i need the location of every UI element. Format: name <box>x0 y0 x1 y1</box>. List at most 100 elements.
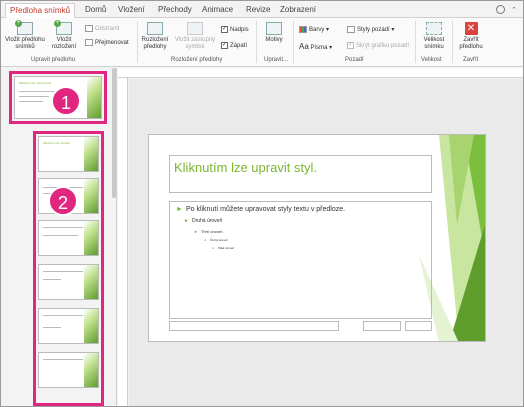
themes-icon <box>266 22 282 35</box>
group-size-label: Velikost <box>421 57 442 63</box>
ribbon: + Vložit předlohu snímků + Vložit rozlož… <box>1 18 523 67</box>
thumbnail-line <box>19 96 49 97</box>
background-styles-icon <box>347 26 355 33</box>
master-slide[interactable]: Kliknutím lze upravit styl. ► Po kliknutí… <box>148 134 486 342</box>
group-master-layout-label: Rozložení předlohy <box>171 57 223 63</box>
colors-label: Barvy <box>309 27 325 34</box>
rename-button[interactable]: Přejmenovat <box>85 39 129 46</box>
insert-placeholder-icon <box>187 22 203 35</box>
ribbon-separator <box>415 21 416 63</box>
group-edit-master-label: Upravit předlohu <box>31 57 76 63</box>
footer-placeholder[interactable] <box>169 321 339 331</box>
slide-size-label: Velikost snímku <box>423 37 445 50</box>
tab-slide-master[interactable]: Předloha snímků <box>5 3 76 19</box>
ribbon-tab-bar: Předloha snímků Domů Vložení Přechody An… <box>1 1 523 19</box>
layout-thumbnail[interactable] <box>38 264 99 300</box>
bullet-arrow-icon: ► <box>194 229 198 234</box>
delete-label: Odstranit <box>95 26 120 33</box>
vertical-ruler <box>118 78 128 406</box>
date-placeholder[interactable] <box>363 321 401 331</box>
bullet-arrow-icon: ► <box>176 206 183 213</box>
hide-bg-check-icon: ✓ <box>347 42 354 49</box>
insert-master-icon: + <box>15 20 33 35</box>
layout-thumbnail[interactable]: Kliknutím lze upravit <box>38 136 99 172</box>
text-level-1[interactable]: ► Po kliknutí můžete upravovat styly text… <box>176 206 345 213</box>
themes-button[interactable]: Motivy <box>260 22 288 44</box>
rename-label: Přejmenovat <box>95 40 129 47</box>
title-checkbox-label: Nadpis <box>230 27 249 34</box>
master-layout-label: Rozložení předlohy <box>141 37 169 50</box>
insert-layout-button[interactable]: + Vložit rozložení <box>49 20 79 51</box>
title-check-icon: ✓ <box>221 26 228 33</box>
ribbon-separator <box>256 21 257 63</box>
tab-animations[interactable]: Animace <box>198 3 237 17</box>
title-checkbox[interactable]: ✓ Nadpis <box>221 26 249 33</box>
ribbon-separator <box>452 21 453 63</box>
delete-button[interactable]: Odstranit <box>85 25 119 32</box>
bullet-arrow-icon: ► <box>204 238 207 242</box>
feedback-smiley-icon[interactable] <box>496 5 505 14</box>
thumbnail-pane[interactable]: Kliknutím lze upravit styl. 1 Kliknutím … <box>1 68 117 406</box>
text-level-3[interactable]: ► Třetí úroveň <box>194 229 223 234</box>
tab-review[interactable]: Revize <box>242 3 274 17</box>
delete-icon <box>85 25 93 32</box>
colors-icon <box>299 26 307 33</box>
text-level-4[interactable]: ► Čtvrtá úroveň <box>204 238 228 242</box>
footer-checkbox[interactable]: ✓ Zápatí <box>221 42 247 49</box>
thumbnail-scrollbar[interactable] <box>112 68 116 198</box>
slide-title[interactable]: Kliknutím lze upravit styl. <box>174 160 317 175</box>
close-master-label: Zavřít předlohu <box>459 37 483 50</box>
themes-label: Motivy <box>265 37 283 43</box>
footer-check-icon: ✓ <box>221 42 228 49</box>
ribbon-separator <box>293 21 294 63</box>
fonts-icon: Aa <box>299 42 309 51</box>
tab-view[interactable]: Zobrazení <box>276 3 320 17</box>
footer-checkbox-label: Zápatí <box>230 43 248 50</box>
title-placeholder[interactable]: Kliknutím lze upravit styl. <box>169 155 432 193</box>
horizontal-ruler <box>118 68 523 78</box>
insert-layout-icon: + <box>54 20 72 35</box>
insert-slide-master-button[interactable]: + Vložit předlohu snímků <box>5 20 45 51</box>
hide-background-checkbox[interactable]: ✓ Skrýt grafiku pozadí <box>347 42 409 49</box>
slide-number-placeholder[interactable] <box>405 321 432 331</box>
callout-badge-2: 2 <box>48 186 78 216</box>
close-master-button[interactable]: ✕ Zavřít předlohu <box>456 22 486 51</box>
text-level-5[interactable]: ► Pátá úroveň <box>212 246 234 250</box>
thumbnail-title: Kliknutím lze upravit styl. <box>19 81 53 85</box>
slide-size-icon <box>426 22 442 35</box>
collapse-ribbon-icon[interactable]: ⌃ <box>511 6 517 14</box>
layout-thumbnail[interactable] <box>38 352 99 388</box>
insert-layout-label: Vložit rozložení <box>51 37 77 50</box>
thumbnail-line <box>19 101 43 102</box>
insert-placeholder-label: Vložit zástupný symbol <box>174 37 216 50</box>
content-placeholder[interactable]: ► Po kliknutí můžete upravovat styly text… <box>169 201 432 319</box>
ribbon-separator <box>137 21 138 63</box>
window: Předloha snímků Domů Vložení Přechody An… <box>0 0 524 407</box>
bullet-arrow-icon: ► <box>212 246 215 250</box>
rename-icon <box>85 39 93 46</box>
hide-background-label: Skrýt grafiku pozadí <box>356 43 410 50</box>
layout-thumbnail[interactable] <box>38 220 99 256</box>
tab-transitions[interactable]: Přechody <box>154 3 196 17</box>
callout-badge-1: 1 <box>51 86 81 116</box>
group-background-label: Pozadí <box>345 57 364 63</box>
bullet-arrow-icon: ► <box>184 218 189 224</box>
tab-insert[interactable]: Vložení <box>114 3 149 17</box>
slide-size-button[interactable]: Velikost snímku <box>419 22 449 51</box>
fonts-label: Písma <box>310 45 328 51</box>
text-level-2[interactable]: ► Druhá úroveň <box>184 218 222 224</box>
layout-thumbnail[interactable] <box>38 308 99 344</box>
background-styles-label: Styly pozadí <box>357 27 390 34</box>
master-layout-button[interactable]: Rozložení předlohy <box>141 22 169 51</box>
group-edit-theme-label: Upravit... <box>264 57 289 63</box>
insert-placeholder-button[interactable]: Vložit zástupný symbol <box>171 22 219 51</box>
fonts-button[interactable]: Aa Písma ▾ <box>299 42 332 51</box>
thumbnail-green-decoration <box>87 77 101 118</box>
master-layout-icon <box>147 22 163 35</box>
close-icon: ✕ <box>464 22 478 35</box>
background-styles-button[interactable]: Styly pozadí ▾ <box>347 26 394 33</box>
group-close-label: Zavřít <box>463 57 479 63</box>
insert-slide-master-label: Vložit předlohu snímků <box>5 37 45 50</box>
tab-home[interactable]: Domů <box>81 3 110 17</box>
colors-button[interactable]: Barvy ▾ <box>299 26 329 33</box>
